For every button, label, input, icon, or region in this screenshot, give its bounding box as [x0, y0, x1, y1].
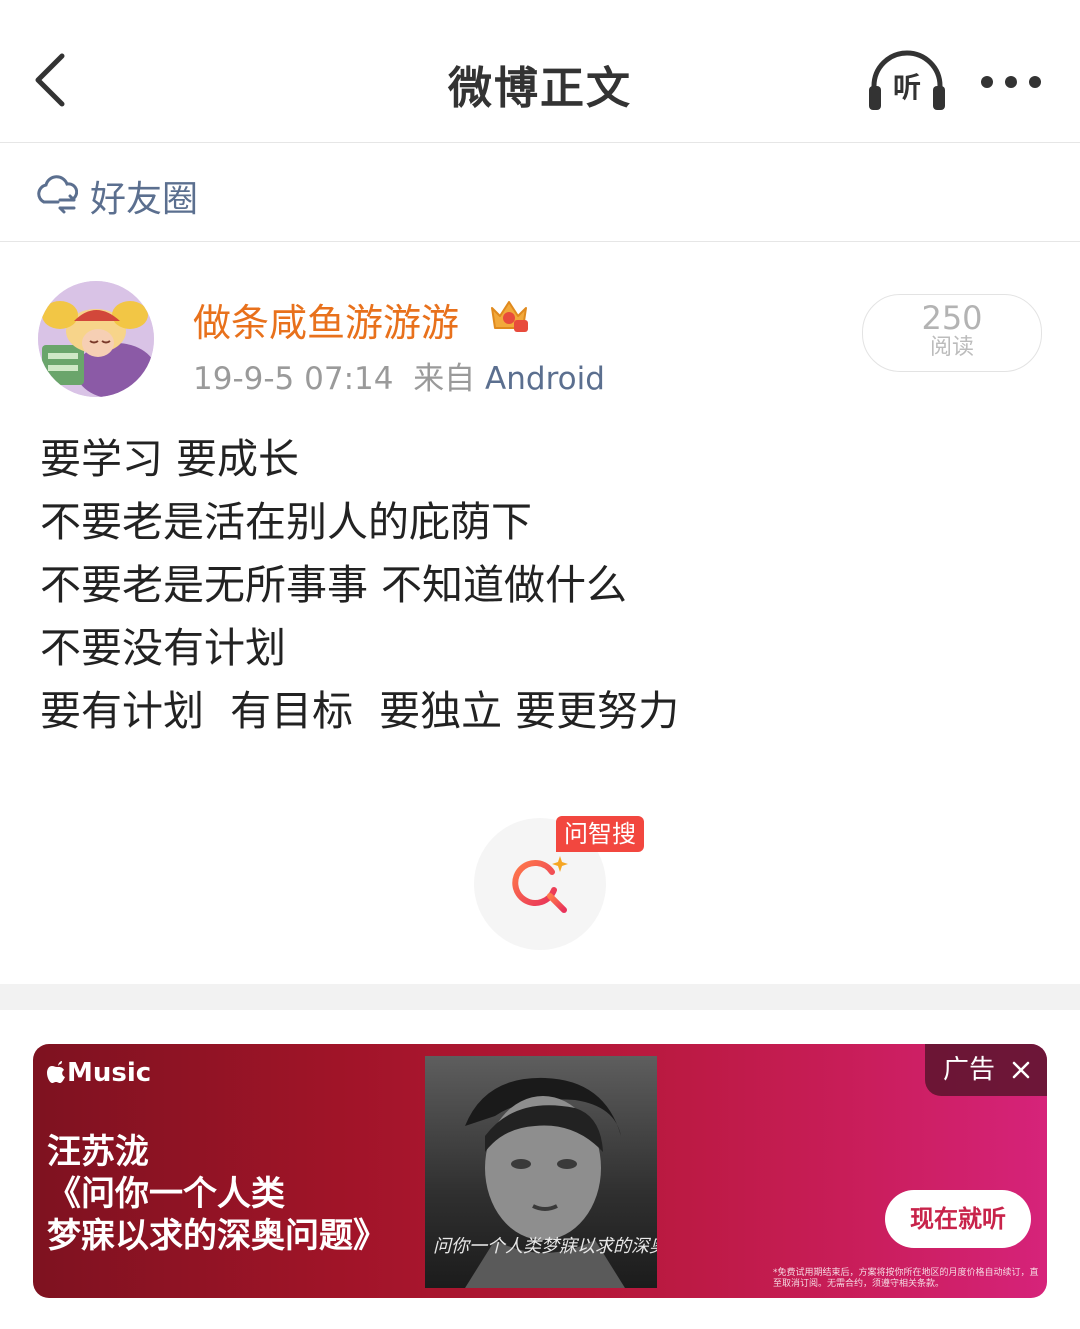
- avatar[interactable]: [38, 281, 154, 397]
- ad-banner[interactable]: Music 汪苏泷 《问你一个人类 梦寐以求的深奥问题》 问你一个人类梦寐以求的…: [33, 1044, 1047, 1298]
- album-cover-title: 问你一个人类梦寐以求的深奥问题: [433, 1236, 657, 1257]
- more-options-icon[interactable]: [978, 62, 1044, 102]
- ad-brand-name: Music: [67, 1058, 152, 1088]
- post-text-line: 要有计划 有目标 要独立 要更努力: [40, 687, 680, 735]
- ad-label[interactable]: 广告: [925, 1044, 1047, 1096]
- listen-button[interactable]: 听: [866, 48, 948, 114]
- post-text-line: 不要没有计划: [40, 624, 286, 672]
- smart-search-badge: 问智搜: [556, 816, 644, 852]
- ad-brand: Music: [47, 1058, 151, 1088]
- ad-album-line: 梦寐以求的深奥问题》: [47, 1216, 387, 1256]
- close-icon[interactable]: [1011, 1060, 1031, 1080]
- smart-search-icon: [512, 856, 568, 913]
- section-divider: [0, 984, 1080, 1010]
- post-source[interactable]: Android: [485, 361, 605, 397]
- read-count-badge: 250 阅读: [862, 294, 1042, 372]
- friends-circle-icon: [37, 175, 78, 214]
- post-text-line: 不要老是活在别人的庇荫下: [40, 498, 532, 546]
- listen-now-button[interactable]: 现在就听: [885, 1190, 1031, 1248]
- apple-logo-icon: [47, 1061, 65, 1083]
- author-name[interactable]: 做条咸鱼游游游: [193, 292, 459, 347]
- avatar-illustration: [38, 281, 154, 397]
- ad-fine-print: *免费试用期结束后，方案将按你所在地区的月度价格自动续订，直至取消订阅。无需合约…: [773, 1268, 1039, 1289]
- post-text-line: 不要老是无所事事 不知道做什么: [40, 561, 628, 609]
- album-cover: 问你一个人类梦寐以求的深奥问题: [425, 1056, 657, 1288]
- post-timestamp: 19-9-5 07:14: [193, 361, 394, 397]
- post-content: 要学习 要成长 不要老是活在别人的庇荫下 不要老是无所事事 不知道做什么 不要没…: [40, 428, 1040, 743]
- friends-circle-label[interactable]: 好友圈: [90, 170, 198, 222]
- read-count-label: 阅读: [929, 335, 974, 360]
- post-text-line: 要学习 要成长: [40, 435, 300, 483]
- post-meta: 19-9-5 07:14 来自 Android: [193, 353, 605, 398]
- ad-label-text: 广告: [943, 1055, 996, 1085]
- source-prefix: 来自: [413, 361, 476, 397]
- vip-crown-icon[interactable]: [488, 294, 530, 334]
- read-count: 250: [921, 299, 983, 337]
- listen-label: 听: [892, 71, 921, 104]
